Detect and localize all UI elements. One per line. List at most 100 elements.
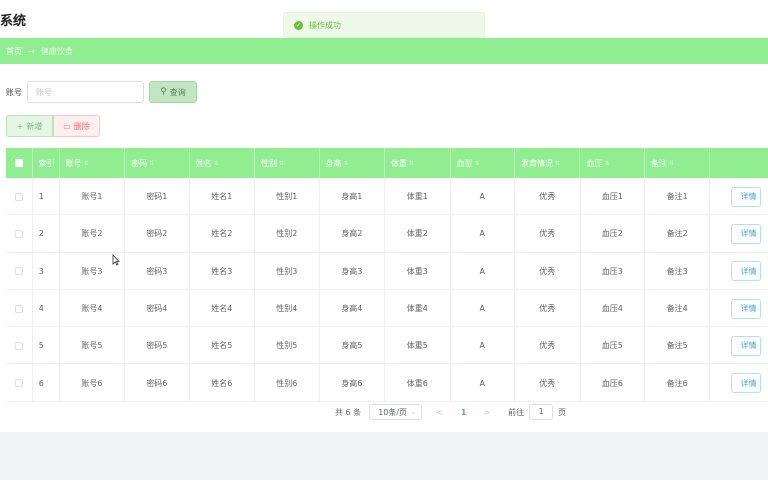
search-icon: ⚲ (160, 87, 167, 97)
sort-icon[interactable]: ⇅ (84, 160, 89, 167)
sort-icon[interactable]: ⇅ (669, 160, 674, 167)
cell-gender: 性别5 (255, 327, 320, 365)
sort-icon[interactable]: ⇅ (604, 160, 609, 167)
table-row: 3 账号3 密码3 姓名3 性别3 身高3 体重3 A 优秀 血压3 备注3 详情 (6, 252, 768, 290)
cell-password: 密码5 (125, 327, 190, 365)
column-header-label: 发育情况 (520, 158, 553, 168)
breadcrumb-home[interactable]: 首页 (6, 46, 22, 57)
column-header[interactable]: 血型 ⇅ (451, 148, 515, 178)
cell-blood-type: A (451, 327, 516, 365)
column-header-label: 姓名 (195, 158, 212, 168)
row-checkbox[interactable] (14, 192, 23, 201)
delete-button[interactable]: ▭ 删除 (53, 115, 100, 137)
column-header-label: 身高 (325, 158, 342, 168)
column-header[interactable]: 账号 ⇅ (60, 148, 126, 178)
cell-name: 姓名6 (190, 364, 256, 402)
app-title: 系统 (0, 14, 27, 29)
cell-blood-pressure: 血压1 (581, 178, 645, 216)
delete-button-label: 删除 (73, 121, 90, 131)
page-size-value: 10条/页 (378, 407, 408, 417)
column-header[interactable]: 发育情况 ⇅ (515, 148, 581, 178)
column-header[interactable]: 备注 ⇅ (645, 148, 711, 178)
cell-password: 密码1 (125, 178, 190, 216)
row-checkbox[interactable] (14, 341, 23, 350)
row-operations: 详情 (710, 290, 768, 327)
plus-icon: + (16, 121, 24, 131)
page-size-select[interactable]: 10条/页 ⌄ (369, 404, 423, 420)
cell-development: 优秀 (515, 289, 581, 328)
column-header[interactable]: 血压 ⇅ (580, 148, 645, 178)
cell-password: 密码3 (125, 252, 190, 290)
detail-button[interactable]: 详情 (731, 261, 762, 282)
page-number-current[interactable]: 1 (461, 408, 467, 417)
cell-height: 身高4 (320, 289, 386, 328)
operation-header (710, 148, 768, 178)
select-all-checkbox[interactable] (14, 159, 23, 167)
cell-note: 备注6 (645, 364, 711, 402)
cell-blood-type: A (451, 178, 516, 216)
sort-icon[interactable]: ⇅ (344, 160, 349, 167)
cell-weight: 体重6 (385, 364, 451, 402)
cell-name: 姓名2 (190, 215, 256, 253)
breadcrumb-current: 健康饮食 (40, 46, 73, 56)
cell-weight: 体重3 (385, 252, 451, 290)
table-row: 4 账号4 密码4 姓名4 性别4 身高4 体重4 A 优秀 血压4 备注4 详情 (6, 289, 768, 328)
cell-index: 1 (33, 178, 60, 216)
action-bar: + 新增 ▭ 删除 (6, 115, 100, 137)
column-header-label: 备注 (650, 158, 667, 168)
row-operations: 详情 (710, 327, 768, 364)
cell-note: 备注4 (645, 289, 711, 328)
cell-gender: 性别6 (255, 364, 320, 402)
cell-gender: 性别2 (255, 215, 320, 253)
cell-height: 身高2 (320, 215, 386, 253)
cell-account: 账号6 (60, 364, 126, 402)
cell-index: 3 (33, 252, 60, 290)
detail-button[interactable]: 详情 (731, 223, 762, 244)
sort-icon[interactable]: ⇅ (555, 160, 560, 167)
column-header[interactable]: 体重 ⇅ (385, 148, 451, 178)
success-toast: ✓ 操作成功 (283, 12, 485, 38)
row-select-cell (6, 178, 33, 216)
cell-gender: 性别3 (255, 252, 320, 290)
add-button[interactable]: + 新增 (6, 115, 53, 137)
cell-blood-pressure: 血压5 (581, 327, 645, 365)
chevron-left-icon[interactable]: < (436, 408, 443, 417)
cell-gender: 性别4 (255, 289, 320, 328)
detail-button[interactable]: 详情 (731, 298, 762, 319)
column-header[interactable]: 身高 ⇅ (320, 148, 386, 178)
query-button[interactable]: ⚲ 查询 (149, 81, 197, 103)
sort-icon[interactable]: ⇅ (409, 160, 414, 167)
row-operations: 详情 (710, 215, 768, 252)
sort-icon[interactable]: ⇅ (475, 160, 480, 167)
row-checkbox[interactable] (14, 379, 23, 388)
cell-development: 优秀 (515, 327, 581, 365)
detail-button[interactable]: 详情 (731, 373, 762, 394)
goto-page-input[interactable]: 1 (529, 404, 554, 420)
column-header-label: 索引 (38, 158, 55, 168)
sort-icon[interactable]: ⇅ (214, 160, 219, 167)
cell-height: 身高3 (320, 252, 386, 290)
cell-note: 备注3 (645, 252, 711, 290)
row-checkbox[interactable] (14, 304, 23, 313)
detail-button[interactable]: 详情 (731, 335, 762, 356)
cell-development: 优秀 (515, 252, 581, 290)
column-header[interactable]: 姓名 ⇅ (190, 148, 256, 178)
table-body: 1 账号1 密码1 姓名1 性别1 身高1 体重1 A 优秀 血压1 备注1 详情 2 账号2 密码2 姓名2… (6, 178, 768, 402)
row-checkbox[interactable] (14, 229, 23, 238)
detail-button[interactable]: 详情 (731, 186, 762, 207)
sort-icon[interactable]: ⇅ (279, 160, 284, 167)
column-header-label: 密码 (131, 158, 148, 168)
cell-blood-pressure: 血压3 (581, 252, 645, 290)
row-checkbox[interactable] (14, 267, 23, 276)
chevron-right-icon[interactable]: > (483, 408, 490, 417)
cell-blood-pressure: 血压2 (581, 215, 645, 253)
sort-icon[interactable]: ⇅ (149, 160, 154, 167)
row-select-cell (6, 364, 33, 402)
account-search-input[interactable] (27, 81, 144, 103)
cell-weight: 体重5 (385, 327, 451, 365)
cell-blood-type: A (451, 215, 516, 253)
column-header[interactable]: 密码 ⇅ (125, 148, 190, 178)
column-header[interactable]: 性别 ⇅ (255, 148, 320, 178)
row-select-cell (6, 327, 33, 365)
cell-index: 4 (33, 289, 60, 328)
